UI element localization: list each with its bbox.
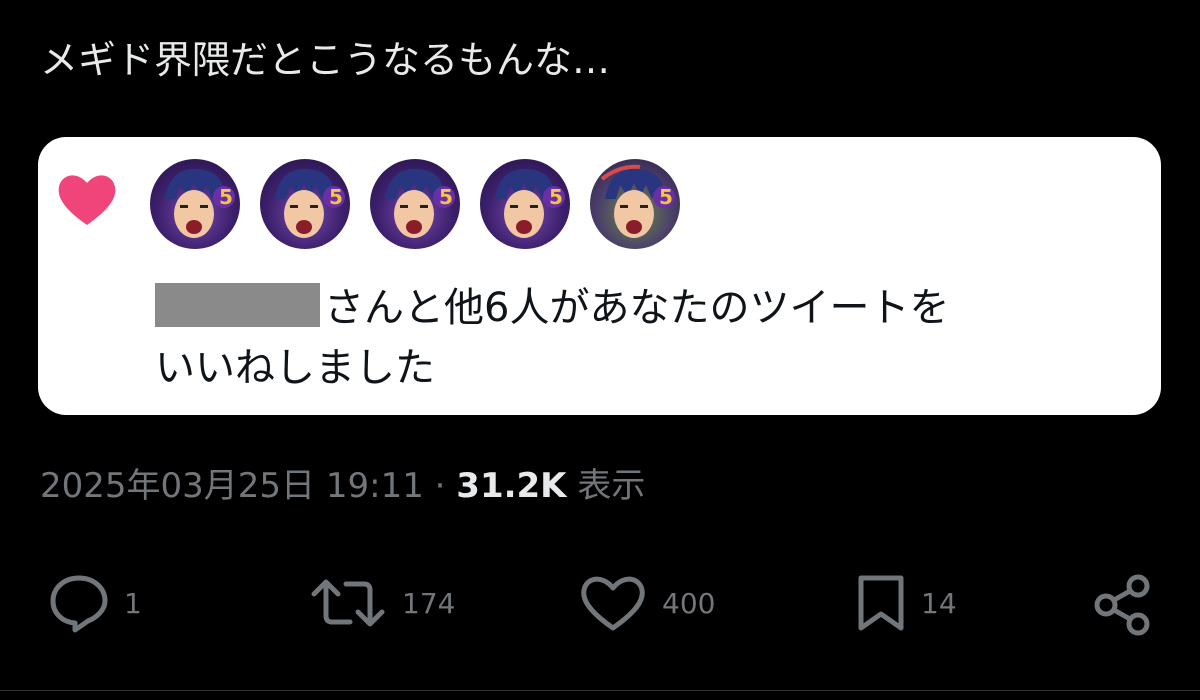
redacted-username bbox=[155, 283, 320, 327]
bookmark-icon bbox=[855, 572, 907, 634]
notification-line2: いいねしました bbox=[155, 345, 435, 391]
tweet-text: メギド界隈だとこうなるもんな… bbox=[40, 38, 611, 82]
views-count: 31.2K bbox=[456, 466, 567, 506]
reply-icon bbox=[48, 572, 110, 634]
reply-button[interactable]: 1 bbox=[48, 572, 142, 634]
reply-count: 1 bbox=[124, 586, 142, 620]
avatar: 5 bbox=[370, 159, 460, 249]
avatar: 5 bbox=[480, 159, 570, 249]
like-count: 400 bbox=[662, 586, 716, 620]
like-button[interactable]: 400 bbox=[578, 572, 715, 634]
avatar-row: 5 5 5 5 5 bbox=[150, 159, 680, 249]
divider bbox=[0, 690, 1200, 691]
retweet-count: 174 bbox=[402, 586, 456, 620]
heart-icon bbox=[578, 572, 648, 634]
tweet: メギド界隈だとこうなるもんな… 5 5 5 5 5 さんと他6人があなたのツイー… bbox=[0, 0, 1200, 700]
embedded-image[interactable]: 5 5 5 5 5 さんと他6人があなたのツイートを いいねしました bbox=[38, 137, 1161, 415]
avatar: 5 bbox=[590, 159, 680, 249]
views-label: 表示 bbox=[577, 466, 646, 506]
action-bar: 1 174 400 14 bbox=[0, 560, 1200, 650]
notification-text: さんと他6人があなたのツイートを いいねしました bbox=[155, 278, 1155, 398]
bookmark-count: 14 bbox=[921, 586, 957, 620]
svg-text:5: 5 bbox=[549, 185, 563, 209]
tweet-meta: 2025年03月25日 19:11 · 31.2K 表示 bbox=[40, 460, 645, 512]
notification-line1: さんと他6人があなたのツイートを bbox=[324, 285, 950, 331]
share-button[interactable] bbox=[1090, 572, 1156, 638]
svg-text:5: 5 bbox=[439, 185, 453, 209]
avatar: 5 bbox=[150, 159, 240, 249]
timestamp[interactable]: 2025年03月25日 19:11 bbox=[40, 466, 424, 506]
svg-text:5: 5 bbox=[219, 185, 233, 209]
svg-text:5: 5 bbox=[659, 185, 673, 209]
heart-icon bbox=[56, 169, 118, 229]
share-icon bbox=[1090, 572, 1156, 638]
svg-text:5: 5 bbox=[329, 185, 343, 209]
meta-separator: · bbox=[434, 466, 446, 506]
retweet-icon bbox=[308, 572, 388, 634]
bookmark-button[interactable]: 14 bbox=[855, 572, 957, 634]
avatar: 5 bbox=[260, 159, 350, 249]
retweet-button[interactable]: 174 bbox=[308, 572, 455, 634]
